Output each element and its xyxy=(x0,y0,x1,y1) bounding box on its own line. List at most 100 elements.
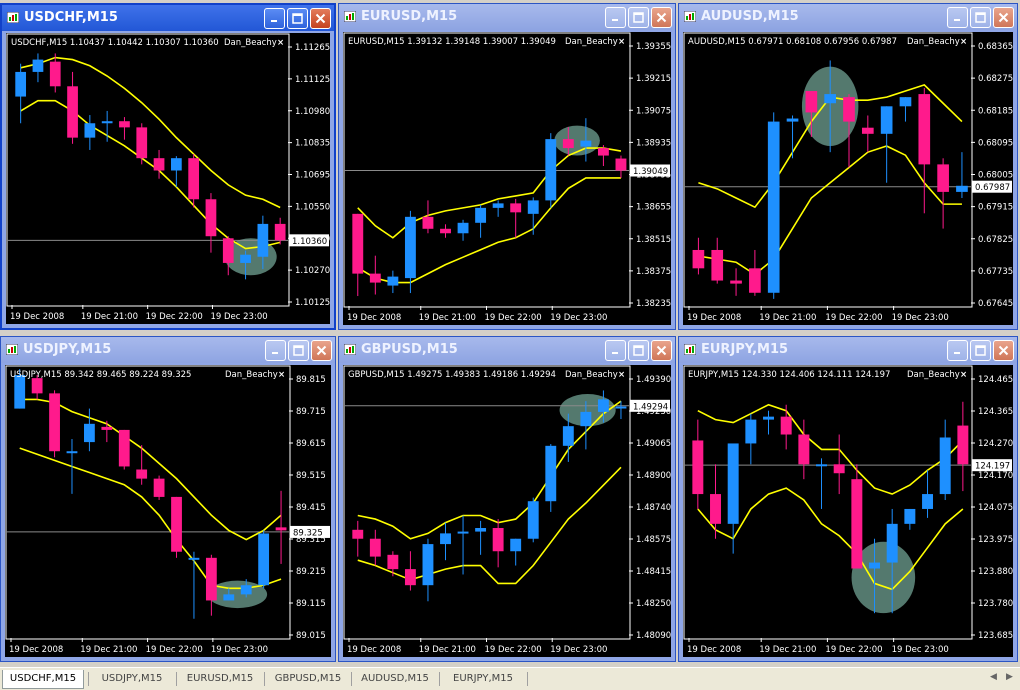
tab-eurusd[interactable]: EURUSD,M15 xyxy=(178,670,262,688)
maximize-button[interactable] xyxy=(970,7,991,28)
chart-window-gbpusd-m15[interactable]: GBPUSD,M15 1.49390 1.49230 1.49065 1.48900 1.… xyxy=(338,336,676,662)
y-tick-label: 123.685 xyxy=(978,631,1013,641)
maximize-button[interactable] xyxy=(628,340,649,361)
remove-indicator-icon[interactable]: × xyxy=(277,38,284,48)
maximize-button[interactable] xyxy=(287,8,308,29)
y-tick-label: 1.49065 xyxy=(636,439,671,449)
remove-indicator-icon[interactable]: × xyxy=(960,37,967,47)
remove-indicator-icon[interactable]: × xyxy=(278,370,285,380)
candle-body xyxy=(710,494,721,524)
chart-window-eurjpy-m15[interactable]: EURJPY,M15 124.465 124.365 124.270 124.170 12… xyxy=(678,336,1018,662)
candle-body xyxy=(153,478,165,497)
minimize-button[interactable] xyxy=(947,7,968,28)
candle-body xyxy=(904,508,916,524)
maximize-button[interactable] xyxy=(628,7,649,28)
candle-body xyxy=(67,86,78,138)
candle-body xyxy=(527,200,539,214)
x-tick-label: 19 Dec 22:00 xyxy=(825,313,882,323)
x-tick-label: 19 Dec 21:00 xyxy=(759,313,816,323)
minimize-button[interactable] xyxy=(947,340,968,361)
tab-eurjpy[interactable]: EURJPY,M15 xyxy=(441,670,525,688)
y-tick-label: 89.115 xyxy=(296,599,326,609)
candle xyxy=(369,255,381,295)
close-button[interactable] xyxy=(311,340,332,361)
candle xyxy=(118,429,130,470)
candle xyxy=(749,249,761,296)
x-tick-label: 19 Dec 21:00 xyxy=(419,313,476,323)
minimize-button[interactable] xyxy=(264,8,285,29)
price-chart-eurjpy-m15[interactable]: 124.465 124.365 124.270 124.170 124.075 123.9… xyxy=(683,365,1013,657)
candle xyxy=(833,434,845,495)
candle-body xyxy=(475,207,487,223)
close-button[interactable] xyxy=(993,7,1014,28)
y-tick-label: 89.515 xyxy=(296,471,326,481)
remove-indicator-icon[interactable]: × xyxy=(618,37,625,47)
x-tick-label: 19 Dec 22:00 xyxy=(484,313,541,323)
scroll-right-icon[interactable]: ▶ xyxy=(1006,672,1013,682)
y-tick-label: 1.38935 xyxy=(636,138,671,148)
close-button[interactable] xyxy=(310,8,331,29)
candle-body xyxy=(457,531,469,534)
maximize-button[interactable] xyxy=(970,340,991,361)
window-titlebar[interactable]: EURJPY,M15 xyxy=(679,337,1017,363)
price-chart-audusd-m15[interactable]: 0.68365 0.68275 0.68185 0.68095 0.68005 0.679… xyxy=(683,32,1013,325)
candle xyxy=(780,404,792,450)
x-tick-label: 19 Dec 22:00 xyxy=(825,645,882,655)
price-chart-eurusd-m15[interactable]: 1.393551.392151.390751.389351.387951.386… xyxy=(343,32,671,325)
tab-separator xyxy=(439,672,440,686)
candle-body xyxy=(387,276,399,286)
close-button[interactable] xyxy=(651,7,672,28)
price-chart-usdjpy-m15[interactable]: 89.815 89.715 89.615 89.515 89.415 89.315 89.2… xyxy=(5,365,331,657)
candle-body xyxy=(597,148,609,156)
tab-usdchf[interactable]: USDCHF,M15 xyxy=(2,670,84,689)
candle xyxy=(440,522,451,561)
x-tick-label: 19 Dec 2008 xyxy=(687,645,741,655)
y-tick-label: 124.075 xyxy=(978,503,1013,513)
remove-indicator-icon[interactable]: × xyxy=(618,370,625,380)
candle-body xyxy=(352,213,364,274)
price-chart-gbpusd-m15[interactable]: 1.49390 1.49230 1.49065 1.48900 1.48740 1.485… xyxy=(343,365,671,657)
close-button[interactable] xyxy=(993,340,1014,361)
candle-body xyxy=(780,416,792,435)
tab-gbpusd[interactable]: GBPUSD,M15 xyxy=(266,670,350,688)
maximize-icon xyxy=(293,345,304,356)
chart-window-usdchf-m15[interactable]: USDCHF,M15 1.11265 1.11125 1.10980 1.10835 1.… xyxy=(0,3,336,330)
candle xyxy=(918,87,931,214)
candle-body xyxy=(188,557,200,560)
close-icon xyxy=(998,345,1009,356)
remove-indicator-icon[interactable]: × xyxy=(960,370,967,380)
candle-body xyxy=(369,538,381,557)
minimize-button[interactable] xyxy=(605,7,626,28)
window-titlebar[interactable]: USDCHF,M15 xyxy=(2,5,334,31)
chart-window-eurusd-m15[interactable]: EURUSD,M15 1.39355 1.39215 1.39075 1.38935 1.… xyxy=(338,3,676,330)
chart-window-audusd-m15[interactable]: AUDUSD,M15 0.68365 0.68275 0.68185 0.68095 0.… xyxy=(678,3,1018,330)
close-button[interactable] xyxy=(651,340,672,361)
chart-app-icon xyxy=(7,12,19,23)
scroll-left-icon[interactable]: ◀ xyxy=(990,672,997,682)
tab-audusd[interactable]: AUDUSD,M15 xyxy=(353,670,437,688)
candle xyxy=(258,530,270,589)
window-titlebar[interactable]: AUDUSD,M15 xyxy=(679,4,1017,30)
minimize-button[interactable] xyxy=(605,340,626,361)
chart-window-usdjpy-m15[interactable]: USDJPY,M15 89.815 89.715 89.615 89.515 89.415… xyxy=(0,336,336,662)
candle-body xyxy=(749,268,761,293)
candle-body xyxy=(510,538,522,552)
price-chart-usdchf-m15[interactable]: 1.11265 1.11125 1.10980 1.10835 1.10695 1.105… xyxy=(6,33,330,324)
candle xyxy=(545,444,557,512)
candle xyxy=(153,475,165,500)
maximize-button[interactable] xyxy=(288,340,309,361)
window-title: EURUSD,M15 xyxy=(361,9,458,24)
window-titlebar[interactable]: USDJPY,M15 xyxy=(1,337,335,363)
y-tick-label: 1.10835 xyxy=(295,139,330,149)
minimize-button[interactable] xyxy=(265,340,286,361)
candle xyxy=(710,464,721,539)
y-tick-label: 123.975 xyxy=(978,535,1013,545)
window-titlebar[interactable]: EURUSD,M15 xyxy=(339,4,675,30)
candle-body xyxy=(258,533,270,586)
minimize-icon xyxy=(954,19,960,21)
candle xyxy=(49,390,60,458)
candle-body xyxy=(240,254,251,263)
tab-usdjpy[interactable]: USDJPY,M15 xyxy=(90,670,174,688)
candle xyxy=(475,520,487,555)
window-titlebar[interactable]: GBPUSD,M15 xyxy=(339,337,675,363)
